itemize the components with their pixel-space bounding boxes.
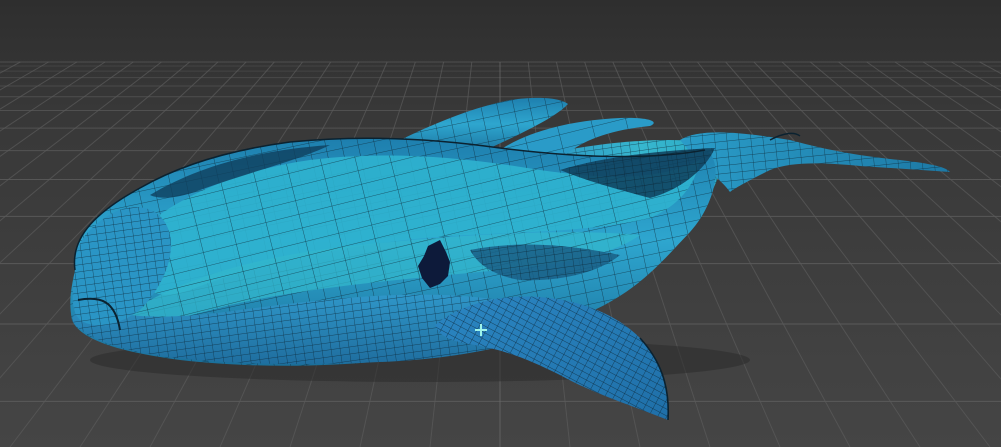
3d-viewport[interactable] (0, 0, 1001, 447)
